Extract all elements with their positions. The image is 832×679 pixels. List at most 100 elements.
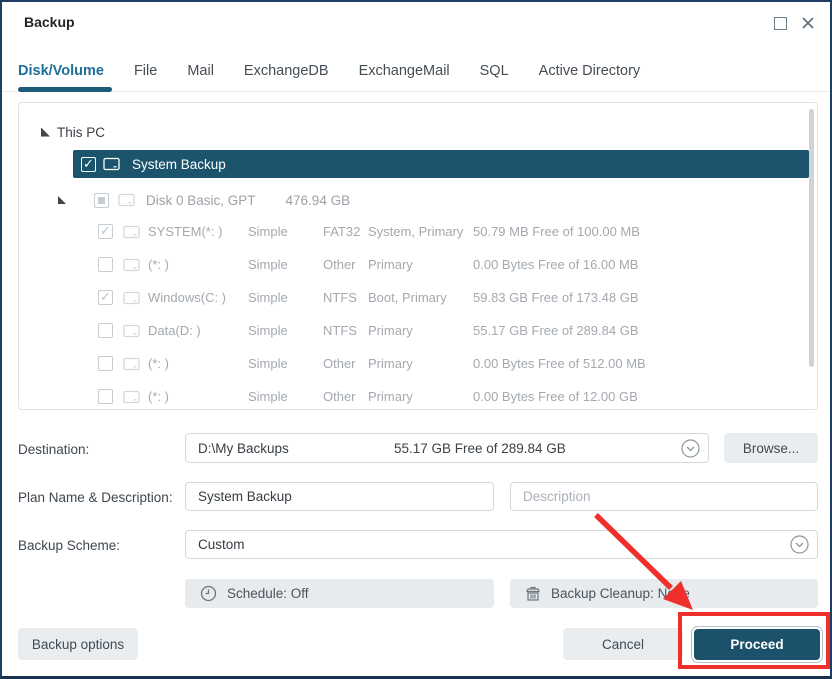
volume-fs: Other	[323, 356, 368, 371]
checkbox[interactable]	[81, 157, 96, 172]
maximize-button[interactable]	[770, 13, 790, 33]
checkbox[interactable]	[98, 290, 113, 305]
tab-bar: Disk/Volume File Mail ExchangeDB Exchang…	[2, 50, 830, 92]
volume-free: 59.83 GB Free of 173.48 GB	[473, 290, 817, 305]
volume-icon	[123, 324, 140, 338]
volume-flags: Boot, Primary	[368, 290, 473, 305]
active-tab-underline	[18, 87, 112, 92]
volume-fs: NTFS	[323, 290, 368, 305]
volume-name: SYSTEM(*: )	[148, 224, 248, 239]
tab-sql[interactable]: SQL	[480, 63, 509, 79]
volume-flags: System, Primary	[368, 224, 473, 239]
tab-disk-volume[interactable]: Disk/Volume	[18, 63, 104, 79]
volume-free: 50.79 MB Free of 100.00 MB	[473, 224, 817, 239]
close-button[interactable]	[798, 13, 818, 33]
plan-name-input[interactable]	[185, 482, 494, 511]
volume-icon	[123, 225, 140, 239]
volume-row[interactable]: Data(D: ) Simple NTFS Primary 55.17 GB F…	[19, 314, 817, 347]
volume-flags: Primary	[368, 257, 473, 272]
volume-free: 0.00 Bytes Free of 512.00 MB	[473, 356, 817, 371]
plan-name-label: Plan Name & Description:	[18, 490, 173, 505]
volume-row[interactable]: SYSTEM(*: ) Simple FAT32 System, Primary…	[19, 215, 817, 248]
checkbox[interactable]	[94, 193, 109, 208]
volume-free: 0.00 Bytes Free of 12.00 GB	[473, 389, 817, 404]
checkbox[interactable]	[98, 356, 113, 371]
volume-fs: NTFS	[323, 323, 368, 338]
destination-label: Destination:	[18, 442, 89, 457]
volume-name: (*: )	[148, 257, 248, 272]
volume-row[interactable]: (*: ) Simple Other Primary 0.00 Bytes Fr…	[19, 380, 817, 410]
checkbox[interactable]	[98, 323, 113, 338]
volume-icon	[123, 357, 140, 371]
maximize-icon	[774, 17, 787, 30]
tree-node-system-backup[interactable]: System Backup	[73, 150, 809, 178]
chevron-down-icon[interactable]	[681, 439, 700, 458]
schedule-label: Schedule: Off	[227, 586, 309, 601]
title-bar: Backup	[2, 2, 830, 44]
tab-active-directory[interactable]: Active Directory	[539, 63, 641, 79]
volume-layout: Simple	[248, 257, 323, 272]
volume-fs: Other	[323, 389, 368, 404]
volume-name: Windows(C: )	[148, 290, 248, 305]
disk-icon	[103, 157, 120, 171]
volume-fs: FAT32	[323, 224, 368, 239]
clock-icon	[200, 585, 217, 602]
volume-layout: Simple	[248, 224, 323, 239]
volume-icon	[123, 291, 140, 305]
dialog-title: Backup	[24, 14, 75, 30]
tree-scrollbar[interactable]	[809, 109, 814, 367]
expander-icon[interactable]	[58, 196, 66, 204]
volume-row[interactable]: (*: ) Simple Other Primary 0.00 Bytes Fr…	[19, 248, 817, 281]
destination-path: D:\My Backups	[198, 441, 289, 456]
description-input[interactable]	[510, 482, 818, 511]
backup-scheme-label: Backup Scheme:	[18, 538, 120, 553]
volume-name: (*: )	[148, 356, 248, 371]
volume-name: (*: )	[148, 389, 248, 404]
tab-exchangedb[interactable]: ExchangeDB	[244, 63, 329, 79]
cancel-button[interactable]: Cancel	[563, 628, 683, 660]
backup-dialog: Backup Disk/Volume File Mail ExchangeDB …	[0, 0, 832, 679]
destination-free-space: 55.17 GB Free of 289.84 GB	[394, 441, 566, 456]
checkbox[interactable]	[98, 389, 113, 404]
schedule-button[interactable]: Schedule: Off	[185, 579, 494, 608]
volume-layout: Simple	[248, 323, 323, 338]
close-icon	[801, 16, 815, 30]
volume-row[interactable]: (*: ) Simple Other Primary 0.00 Bytes Fr…	[19, 347, 817, 380]
volume-layout: Simple	[248, 356, 323, 371]
backup-options-button[interactable]: Backup options	[18, 628, 138, 660]
backup-scheme-value: Custom	[198, 537, 245, 552]
volume-free: 55.17 GB Free of 289.84 GB	[473, 323, 817, 338]
disk-icon	[118, 193, 135, 207]
tree-node-this-pc[interactable]: This PC	[41, 117, 105, 147]
tree-node-label: System Backup	[132, 157, 226, 172]
volume-flags: Primary	[368, 356, 473, 371]
destination-field[interactable]: D:\My Backups 55.17 GB Free of 289.84 GB	[185, 433, 709, 463]
chevron-down-icon[interactable]	[790, 535, 809, 554]
source-tree-panel: This PC System Backup Disk 0 Basic, GPT …	[18, 102, 818, 410]
checkbox[interactable]	[98, 257, 113, 272]
proceed-button[interactable]: Proceed	[694, 629, 820, 660]
tab-file[interactable]: File	[134, 63, 157, 79]
volume-icon	[123, 390, 140, 404]
backup-scheme-select[interactable]: Custom	[185, 530, 818, 559]
backup-cleanup-button[interactable]: Backup Cleanup: None	[510, 579, 818, 608]
volume-layout: Simple	[248, 290, 323, 305]
tree-node-disk0[interactable]: Disk 0 Basic, GPT 476.94 GB	[58, 185, 350, 215]
checkbox[interactable]	[98, 224, 113, 239]
expander-icon[interactable]	[41, 128, 50, 137]
tab-exchangemail[interactable]: ExchangeMail	[359, 63, 450, 79]
volume-free: 0.00 Bytes Free of 16.00 MB	[473, 257, 817, 272]
volume-fs: Other	[323, 257, 368, 272]
disk-size: 476.94 GB	[286, 193, 351, 208]
volume-flags: Primary	[368, 323, 473, 338]
volume-row[interactable]: Windows(C: ) Simple NTFS Boot, Primary 5…	[19, 281, 817, 314]
volume-name: Data(D: )	[148, 323, 248, 338]
volume-layout: Simple	[248, 389, 323, 404]
tab-mail[interactable]: Mail	[187, 63, 214, 79]
browse-button[interactable]: Browse...	[724, 433, 818, 463]
backup-cleanup-label: Backup Cleanup: None	[551, 586, 690, 601]
trash-icon	[525, 585, 541, 602]
volume-list: SYSTEM(*: ) Simple FAT32 System, Primary…	[19, 215, 817, 410]
volume-icon	[123, 258, 140, 272]
volume-flags: Primary	[368, 389, 473, 404]
